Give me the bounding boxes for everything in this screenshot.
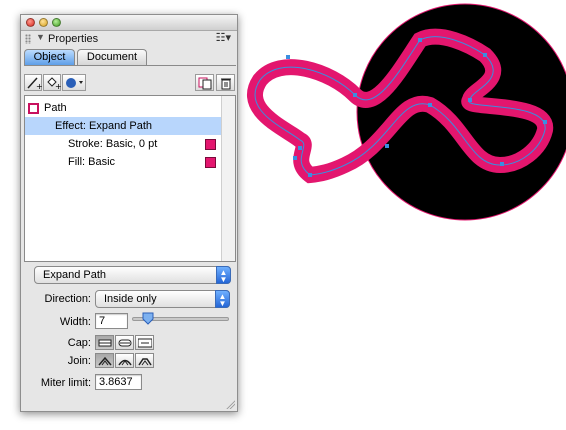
width-label: Width: [59,316,91,328]
attribute-list[interactable]: Path Effect: Expand Path Stroke: Basic, … [24,95,236,262]
grip-icon[interactable] [25,34,31,44]
list-item-effect[interactable]: Effect: Expand Path [25,117,221,135]
effect-type-popup[interactable]: Expand Path ▲ ▼ [34,266,231,284]
direction-label: Direction: [44,293,91,305]
add-stroke-button[interactable]: + [24,74,42,91]
panel-tabs: Object Document [24,49,236,66]
close-button[interactable] [26,18,35,27]
panel-header: ▼ Properties ☷▾ [21,31,237,47]
panel-title: Properties [48,33,99,45]
square-cap-button[interactable] [135,335,154,350]
add-stroke-icon: + [27,77,42,90]
tab-divider [24,65,236,66]
bevel-join-icon [138,358,152,366]
bevel-join-button[interactable] [135,353,154,368]
paint-bucket-icon: + [47,77,61,90]
add-effect-button[interactable] [62,74,86,91]
fill-color-swatch[interactable] [205,157,216,168]
svg-text:+: + [36,82,42,90]
butt-cap-button[interactable] [95,335,114,350]
svg-text:+: + [55,82,61,90]
cap-label: Cap: [67,337,91,349]
list-scrollbar[interactable] [221,96,235,261]
add-fill-button[interactable]: + [43,74,61,91]
miter-join-icon [98,356,112,366]
list-item-path[interactable]: Path [25,99,221,117]
stroke-color-swatch[interactable] [205,139,216,150]
cap-segmented-control [95,335,155,350]
join-label: Join: [67,355,91,367]
list-item-fill[interactable]: Fill: Basic [25,153,221,171]
square-cap-icon [138,338,152,348]
round-join-icon [118,359,132,366]
list-item-stroke[interactable]: Stroke: Basic, 0 pt [25,135,221,153]
zoom-button[interactable] [52,18,61,27]
miter-join-button[interactable] [95,353,114,368]
duplicate-button[interactable] [195,74,214,91]
miter-limit-field[interactable]: 3.8637 [95,374,142,390]
miter-limit-label: Miter limit: [40,377,91,389]
width-field[interactable]: 7 [95,313,128,329]
delete-button[interactable] [216,74,235,91]
popup-arrows-icon: ▲ ▼ [215,290,230,308]
disclosure-triangle-icon[interactable]: ▼ [36,32,45,42]
tab-document[interactable]: Document [77,49,147,65]
round-cap-icon [118,339,132,347]
panel-menu-icon[interactable]: ☷▾ [216,32,231,44]
resize-grip-icon[interactable] [225,399,235,409]
effects-toolbar: + + [24,74,236,92]
path-square-icon [28,103,39,114]
properties-panel: ▼ Properties ☷▾ Object Document + + Path… [20,14,238,412]
direction-popup[interactable]: Inside only ▲ ▼ [95,290,230,308]
round-join-button[interactable] [115,353,134,368]
tab-object[interactable]: Object [24,49,75,65]
duplicate-icon [198,77,212,90]
round-cap-button[interactable] [115,335,134,350]
effect-sphere-icon [66,78,83,88]
butt-cap-icon [98,339,112,347]
minimize-button[interactable] [39,18,48,27]
trash-icon [221,78,231,90]
width-slider-knob[interactable] [142,312,154,325]
popup-arrows-icon: ▲ ▼ [216,266,231,284]
join-segmented-control [95,353,155,368]
panel-titlebar[interactable] [21,15,237,31]
